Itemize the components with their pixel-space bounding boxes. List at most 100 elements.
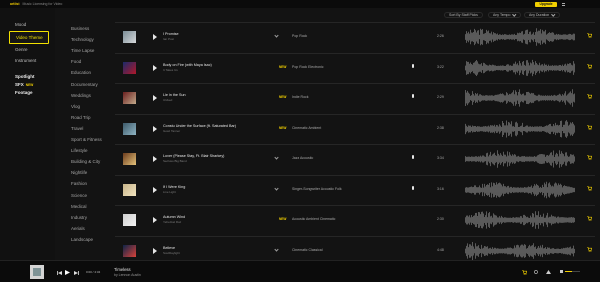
track-tags[interactable]: Cinematic Classical xyxy=(292,248,323,252)
play-icon[interactable] xyxy=(153,125,157,132)
sidebar-item-sfx[interactable]: SFX NEW xyxy=(15,82,33,87)
upgrade-button[interactable]: Upgrade xyxy=(535,1,557,7)
track-artist[interactable]: Secluso Big Band xyxy=(163,159,187,163)
category-item[interactable]: Sport & Fitness xyxy=(71,137,102,142)
track-row[interactable]: If I Were King Live Light Singer-Songwrite… xyxy=(115,174,595,205)
category-item[interactable]: Fashion xyxy=(71,181,87,186)
track-title[interactable]: I Promise xyxy=(163,32,179,36)
track-tags[interactable]: Indie Rock xyxy=(292,95,309,99)
track-title[interactable]: Lover (Please Stay, Ft. Blair Sharkey) xyxy=(163,154,224,158)
track-artist[interactable]: Yehezkel Raz xyxy=(163,220,181,224)
track-artist[interactable]: Uldved xyxy=(163,98,172,102)
volume-icon[interactable] xyxy=(560,270,563,273)
sort-dropdown[interactable]: Sort By Staff Picks xyxy=(444,12,483,18)
track-artwork[interactable] xyxy=(123,153,136,165)
cart-icon[interactable] xyxy=(587,94,592,99)
sidebar-item-instrument[interactable]: Instrument xyxy=(15,58,36,63)
sidebar-item-mood[interactable]: Mood xyxy=(15,22,26,27)
category-item[interactable]: Road Trip xyxy=(71,115,91,120)
play-icon[interactable] xyxy=(153,186,157,193)
track-artist[interactable]: Goaz Tanner xyxy=(163,129,180,133)
chevron-down-icon[interactable] xyxy=(274,33,279,38)
track-title[interactable]: Constu Under the Surface (ft. Saturated … xyxy=(163,124,236,128)
waveform[interactable] xyxy=(465,58,575,78)
chevron-down-icon[interactable] xyxy=(274,155,279,160)
category-item[interactable]: Nightlife xyxy=(71,170,87,175)
category-item[interactable]: Time Lapse xyxy=(71,48,94,53)
category-item[interactable]: Vlog xyxy=(71,104,80,109)
category-item[interactable]: Travel xyxy=(71,126,83,131)
previous-icon[interactable] xyxy=(57,270,62,275)
cart-icon[interactable] xyxy=(587,155,592,160)
play-icon[interactable] xyxy=(153,247,157,254)
category-item[interactable]: Medical xyxy=(71,204,87,209)
category-item[interactable]: Education xyxy=(71,70,91,75)
volume-slider[interactable] xyxy=(565,271,580,273)
track-artwork[interactable] xyxy=(123,183,136,196)
duration-dropdown[interactable]: Any Duration xyxy=(524,12,560,18)
track-tags[interactable]: Jazz Acoustic xyxy=(292,156,313,160)
category-item[interactable]: Documentary xyxy=(71,82,98,87)
track-tags[interactable]: Singer-Songwriter Acoustic Folk xyxy=(292,187,342,191)
waveform[interactable] xyxy=(465,210,575,230)
waveform[interactable] xyxy=(465,88,575,108)
track-tags[interactable]: Acoustic Ambient Cinematic xyxy=(292,217,335,221)
track-row[interactable]: Constu Under the Surface (ft. Saturated … xyxy=(115,113,595,144)
track-artwork[interactable] xyxy=(123,92,136,104)
track-tags[interactable]: Pop Rock xyxy=(292,34,307,38)
track-row[interactable]: Autumn Wind Yehezkel Raz NEW Acoustic Ambie… xyxy=(115,205,595,235)
next-icon[interactable] xyxy=(74,270,79,275)
track-title[interactable]: Autumn Wind xyxy=(163,215,185,219)
category-item[interactable]: Food xyxy=(71,59,81,64)
track-tags[interactable]: Cinematic Ambient xyxy=(292,126,321,130)
track-artwork[interactable] xyxy=(123,214,136,226)
now-playing-title[interactable]: Timeless xyxy=(114,267,131,272)
track-artwork[interactable] xyxy=(123,31,136,43)
now-playing-artist[interactable]: by Lennon Austin xyxy=(114,273,141,277)
expand-icon[interactable] xyxy=(546,270,551,274)
chevron-down-icon[interactable] xyxy=(274,246,279,252)
category-item[interactable]: Building & City xyxy=(71,159,100,164)
play-icon[interactable] xyxy=(153,64,157,71)
track-artist[interactable]: SoulDaylight xyxy=(163,251,180,255)
play-icon[interactable] xyxy=(65,270,70,275)
category-item[interactable]: Lifestyle xyxy=(71,148,88,153)
track-title[interactable]: Body on Fire (with Maya Isac) xyxy=(163,63,212,67)
category-item[interactable]: Aerials xyxy=(71,226,85,231)
track-title[interactable]: If I Were King xyxy=(163,185,185,189)
waveform[interactable] xyxy=(465,119,575,139)
track-artwork[interactable] xyxy=(123,61,136,74)
track-artist[interactable]: Live Light xyxy=(163,190,176,194)
play-icon[interactable] xyxy=(153,95,157,101)
track-row[interactable]: Body on Fire (with Maya Isac) It Takes Us… xyxy=(115,52,595,83)
track-row[interactable]: Lie in the Sun Uldved NEW Indie Rock 2:29 xyxy=(115,83,595,113)
waveform[interactable] xyxy=(465,27,575,47)
track-row[interactable]: Lover (Please Stay, Ft. Blair Sharkey) Se… xyxy=(115,144,595,174)
cart-icon[interactable] xyxy=(587,216,592,221)
category-item[interactable]: Industry xyxy=(71,215,87,220)
cart-icon[interactable] xyxy=(587,63,592,69)
link-icon[interactable] xyxy=(534,270,538,274)
cart-icon[interactable] xyxy=(587,246,592,252)
track-title[interactable]: Believe xyxy=(163,246,175,250)
chevron-down-icon[interactable] xyxy=(274,185,279,191)
category-item[interactable]: Business xyxy=(71,26,89,31)
artlist-logo[interactable]: artlist xyxy=(10,2,20,6)
category-item[interactable]: Landscape xyxy=(71,237,93,242)
track-artist[interactable]: It Takes Us xyxy=(163,68,178,72)
cart-icon[interactable] xyxy=(587,33,592,38)
waveform[interactable] xyxy=(465,180,575,200)
play-icon[interactable] xyxy=(153,34,157,40)
waveform[interactable] xyxy=(465,149,575,169)
category-item[interactable]: Science xyxy=(71,193,87,198)
track-artwork[interactable] xyxy=(123,244,136,257)
track-row[interactable]: I Promise Ian Post Pop Rock 2:26 xyxy=(115,22,595,52)
sidebar-item-video-theme[interactable]: Video Theme xyxy=(9,31,49,44)
menu-icon[interactable] xyxy=(562,2,565,6)
track-title[interactable]: Lie in the Sun xyxy=(163,93,186,97)
sidebar-item-footage[interactable]: Footage xyxy=(15,90,33,95)
play-icon[interactable] xyxy=(153,217,157,223)
tempo-dropdown[interactable]: Any Tempo xyxy=(488,12,521,18)
waveform[interactable] xyxy=(465,241,575,261)
track-artwork[interactable] xyxy=(123,122,136,135)
